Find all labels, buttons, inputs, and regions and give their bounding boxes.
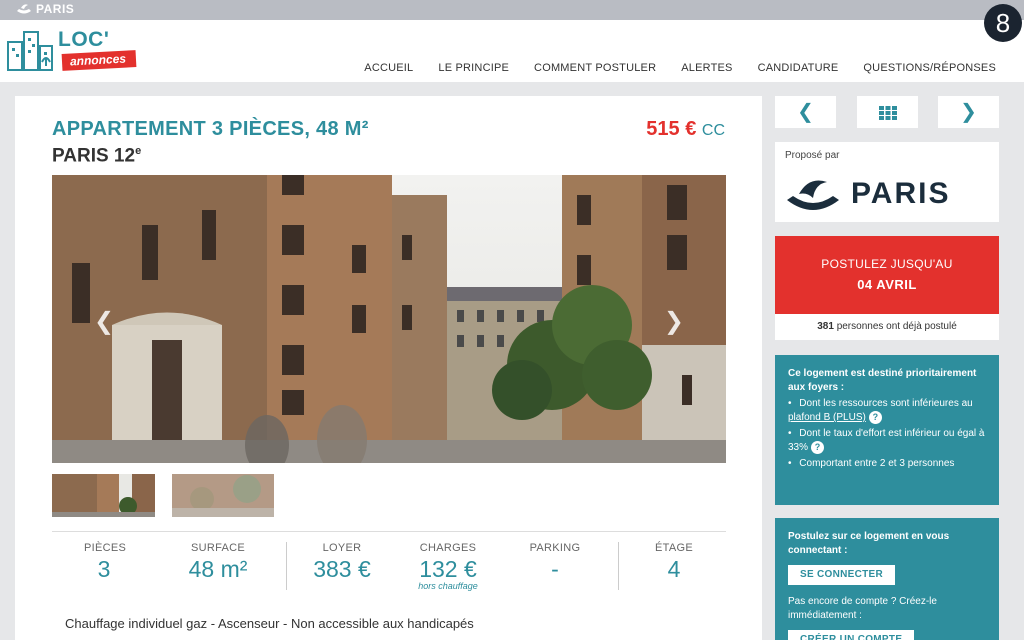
grid-view-button[interactable] — [857, 96, 918, 128]
nav-candidature[interactable]: CANDIDATURE — [758, 62, 839, 74]
plafond-link[interactable]: plafond B (PLUS) — [788, 412, 866, 423]
floating-badge[interactable]: 8 — [984, 4, 1022, 42]
stats-divider — [286, 542, 287, 590]
city-name: PARIS — [36, 2, 75, 16]
city-logo[interactable]: PARIS — [16, 2, 74, 16]
listing-title: APPARTEMENT 3 PIÈCES, 48 M² — [52, 118, 369, 140]
nav-questions-reponses[interactable]: QUESTIONS/RÉPONSES — [863, 62, 996, 74]
nav-accueil[interactable]: ACCUEIL — [364, 62, 413, 74]
stat-loyer: LOYER 383 € — [313, 542, 371, 582]
photo-next-icon[interactable]: ❯ — [664, 307, 684, 336]
priority-item: Dont les ressources sont inférieures au … — [788, 397, 987, 425]
deadline-box: POSTULEZ JUSQU'AU 04 AVRIL — [775, 236, 999, 314]
buildings-icon — [7, 31, 53, 71]
help-icon[interactable]: ? — [868, 411, 882, 424]
listing-photo[interactable]: ❮ ❯ — [52, 175, 726, 463]
stats-divider — [618, 542, 619, 590]
login-box: Postulez sur ce logement en vous connect… — [775, 518, 999, 640]
listing-stats: PIÈCES 3 SURFACE 48 m² LOYER 383 € CHARGES 1… — [52, 531, 726, 601]
listing-features: Chauffage individuel gaz - Ascenseur - N… — [65, 616, 474, 631]
next-listing-button[interactable]: ❯ — [938, 96, 999, 128]
priority-heading: Ce logement est destiné prioritairement … — [788, 368, 977, 393]
priority-item: Comportant entre 2 et 3 personnes — [788, 457, 987, 471]
priority-box: Ce logement est destiné prioritairement … — [775, 355, 999, 505]
paris-boat-icon — [17, 4, 31, 14]
photo-thumbnail-1[interactable] — [52, 474, 155, 517]
login-heading: Postulez sur ce logement en vous connect… — [788, 531, 950, 556]
nav-alertes[interactable]: ALERTES — [681, 62, 732, 74]
city-topbar: PARIS — [0, 0, 1024, 20]
help-icon[interactable]: ? — [811, 441, 825, 455]
listing-price: 515 € CC — [646, 118, 725, 140]
proposed-by-label: Proposé par — [785, 150, 840, 161]
priority-item: Dont le taux d'effort est inférieur ou é… — [788, 427, 987, 455]
photo-prev-icon[interactable]: ❮ — [94, 307, 114, 336]
chevron-left-icon: ❮ — [797, 101, 814, 123]
register-text: Pas encore de compte ? Créez-le immédiat… — [788, 596, 937, 621]
login-button[interactable]: SE CONNECTER — [788, 565, 896, 585]
applicants-count: 381 personnes ont déjà postulé — [775, 314, 999, 340]
nav-comment-postuler[interactable]: COMMENT POSTULER — [534, 62, 656, 74]
stat-pieces: PIÈCES 3 — [84, 542, 127, 582]
deadline-label: POSTULEZ JUSQU'AU — [821, 257, 953, 271]
proposed-by-name: PARIS — [851, 177, 951, 210]
photo-thumbnail-2[interactable] — [172, 474, 274, 517]
applicants-text: personnes ont déjà postulé — [836, 321, 957, 332]
loc-annonces-logo[interactable]: LOC' annonces — [6, 26, 156, 76]
chevron-right-icon: ❯ — [960, 101, 977, 123]
brand-name: LOC' — [58, 28, 110, 51]
listing-card: APPARTEMENT 3 PIÈCES, 48 M² PARIS 12e 51… — [15, 96, 762, 640]
paris-logo[interactable]: PARIS — [783, 172, 950, 216]
stat-etage: ÉTAGE 4 — [655, 542, 693, 582]
register-button[interactable]: CRÉER UN COMPTE — [788, 630, 915, 640]
building-photo — [52, 175, 726, 463]
stat-surface: SURFACE 48 m² — [188, 542, 248, 582]
brand-tagline: annonces — [61, 50, 137, 71]
applicants-number: 381 — [817, 321, 834, 332]
prev-listing-button[interactable]: ❮ — [775, 96, 836, 128]
paris-boat-icon — [787, 180, 839, 210]
proposed-by-box: Proposé par PARIS — [775, 142, 999, 222]
listing-location: PARIS 12e — [52, 145, 142, 167]
stat-charges: CHARGES 132 € hors chauffage — [418, 542, 478, 591]
site-header: LOC' annonces ACCUEIL LE PRINCIPE COMMEN… — [0, 20, 1024, 82]
main-nav: ACCUEIL LE PRINCIPE COMMENT POSTULER ALE… — [364, 62, 996, 74]
grid-icon — [878, 105, 897, 120]
deadline-date: 04 AVRIL — [857, 277, 917, 292]
nav-le-principe[interactable]: LE PRINCIPE — [438, 62, 509, 74]
stat-parking: PARKING - — [529, 542, 581, 582]
